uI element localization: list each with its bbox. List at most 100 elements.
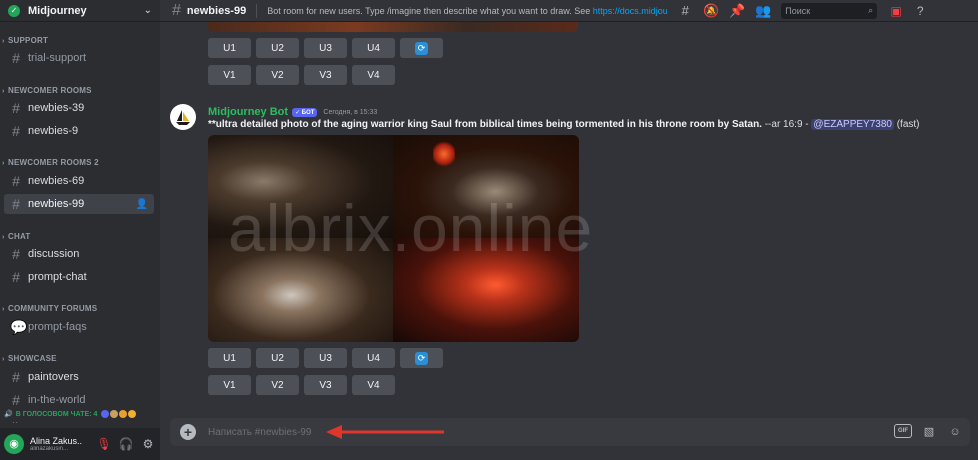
category-label: CHAT [8,232,31,241]
speed-label: (fast) [893,119,920,130]
channel-prompt-chat[interactable]: # prompt-chat [4,267,154,287]
v2-button[interactable]: V2 [256,65,299,85]
inbox-icon[interactable]: ▣ [887,4,905,18]
message-timestamp: Сегодня, в 15:33 [323,108,378,116]
headphones-muted-icon[interactable]: 🎧 [118,436,134,452]
watermark: albrix.online [228,191,594,265]
v4-button[interactable]: V4 [352,375,395,395]
bot-avatar[interactable] [170,104,196,130]
u2-button[interactable]: U2 [256,38,299,58]
help-icon[interactable]: ? [911,4,929,18]
category-chat[interactable]: › CHAT [0,232,160,241]
annotation-arrow-icon [326,425,444,439]
v2-button[interactable]: V2 [256,375,299,395]
search-icon: ⌕ [868,5,874,15]
voice-chat-indicator[interactable]: 🔊 В ГОЛОСОВОМ ЧАТЕ: 4 [0,406,160,422]
gif-button[interactable]: GIF [894,424,912,438]
add-attachment-icon[interactable]: + [180,424,196,440]
topic-text: Bot room for new users. Type /imagine th… [267,5,593,16]
channel-header: # newbies-99 Bot room for new users. Typ… [160,0,978,22]
server-header[interactable]: ✓ Midjourney ⌄ [0,0,160,22]
speaker-icon: 🔊 [4,411,13,418]
category-label: NEWCOMER ROOMS 2 [8,158,99,167]
discord-avatar-icon[interactable]: ◉ [4,434,24,454]
channel-title: newbies-99 [186,4,247,17]
hash-icon: # [12,196,20,212]
add-member-icon[interactable]: 👤 [136,199,148,210]
v3-button[interactable]: V3 [304,65,347,85]
channel-label: newbies-39 [28,102,85,114]
category-support[interactable]: › SUPPORT [0,36,160,45]
search-input[interactable]: Поиск ⌕ [781,2,878,19]
channel-paintovers[interactable]: # paintovers [4,367,154,387]
u4-button[interactable]: U4 [352,348,395,368]
hash-icon: # [12,246,20,262]
chevron-down-icon[interactable]: ⌄ [144,5,152,16]
refresh-icon: ⟳ [415,41,428,55]
channel-label: prompt-faqs [28,321,87,333]
hash-icon: # [12,369,20,385]
emoji-icon[interactable]: ☺ [946,424,964,440]
previous-image-grid[interactable] [208,22,578,32]
avatar [128,410,137,418]
category-newcomer-rooms[interactable]: › NEWCOMER ROOMS [0,86,160,95]
message-input[interactable]: Написать #newbies-99 [208,427,886,438]
sailboat-icon [176,110,190,125]
u3-button[interactable]: U3 [304,38,347,58]
category-community-forums[interactable]: › COMMUNITY FORUMS [0,304,160,313]
v4-button[interactable]: V4 [352,65,395,85]
channel-prompt-faqs[interactable]: 💬 prompt-faqs [4,317,154,337]
user-name: Alina Zakus... [30,436,82,446]
category-label: NEWCOMER ROOMS [8,86,92,95]
category-label: SUPPORT [8,36,49,45]
bell-muted-icon[interactable]: 🔕 [701,3,721,19]
server-name: Midjourney [28,4,87,17]
u3-button[interactable]: U3 [304,348,347,368]
threads-icon[interactable]: # [675,3,695,18]
user-mention[interactable]: @EZAPPEY7380 [811,119,894,130]
channel-trial-support[interactable]: # trial-support [4,48,154,68]
variation-button-row: V1 V2 V3 V4 [208,375,400,395]
mic-muted-icon[interactable]: 🎙 [96,436,112,452]
user-panel: ◉ Alina Zakus... alinazakusin... 🎙 🎧 ⚙ [0,428,160,460]
u1-button[interactable]: U1 [208,348,251,368]
user-info[interactable]: Alina Zakus... alinazakusin... [30,436,90,452]
category-label: SHOWCASE [8,354,57,363]
u4-button[interactable]: U4 [352,38,395,58]
sticker-icon[interactable]: ▧ [920,424,938,440]
category-showcase[interactable]: › SHOWCASE [0,354,160,363]
members-icon[interactable]: 👥 [753,3,773,19]
hash-icon: # [172,1,181,19]
channel-newbies-9[interactable]: # newbies-9 [4,121,154,141]
divider [256,3,258,18]
pin-icon[interactable]: 📌 [727,3,747,19]
hash-icon: # [12,269,20,285]
v1-button[interactable]: V1 [208,375,251,395]
channel-label: newbies-99 [28,198,85,210]
u1-button[interactable]: U1 [208,38,251,58]
u2-button[interactable]: U2 [256,348,299,368]
gear-icon[interactable]: ⚙ [140,436,156,452]
forum-icon: 💬 [10,318,28,335]
channel-newbies-69[interactable]: # newbies-69 [4,171,154,191]
prompt-params: --ar 16:9 - [761,119,812,130]
channel-topic[interactable]: Bot room for new users. Type /imagine th… [267,6,667,16]
channel-sidebar: ✓ Midjourney ⌄ › SUPPORT # trial-support ›… [0,0,160,460]
message-header: Midjourney Bot ✓ БОТ Сегодня, в 15:33 [208,106,377,118]
message-author[interactable]: Midjourney Bot [208,106,288,118]
category-newcomer-rooms-2[interactable]: › NEWCOMER ROOMS 2 [0,158,160,167]
channel-newbies-99[interactable]: # newbies-99 👤 [4,194,154,214]
v1-button[interactable]: V1 [208,65,251,85]
channel-newbies-39[interactable]: # newbies-39 [4,98,154,118]
category-label: COMMUNITY FORUMS [8,304,98,313]
channel-discussion[interactable]: # discussion [4,244,154,264]
user-tag: alinazakusin... [30,446,69,452]
avatar [119,410,128,418]
reroll-button[interactable]: ⟳ [400,38,443,58]
channel-label: discussion [28,248,80,260]
v3-button[interactable]: V3 [304,375,347,395]
channel-label: trial-support [28,52,87,64]
reroll-button[interactable]: ⟳ [400,348,443,368]
topic-link[interactable]: https://docs.midjourney.c... [593,6,667,16]
message-content: **ultra detailed photo of the aging warr… [208,119,968,130]
